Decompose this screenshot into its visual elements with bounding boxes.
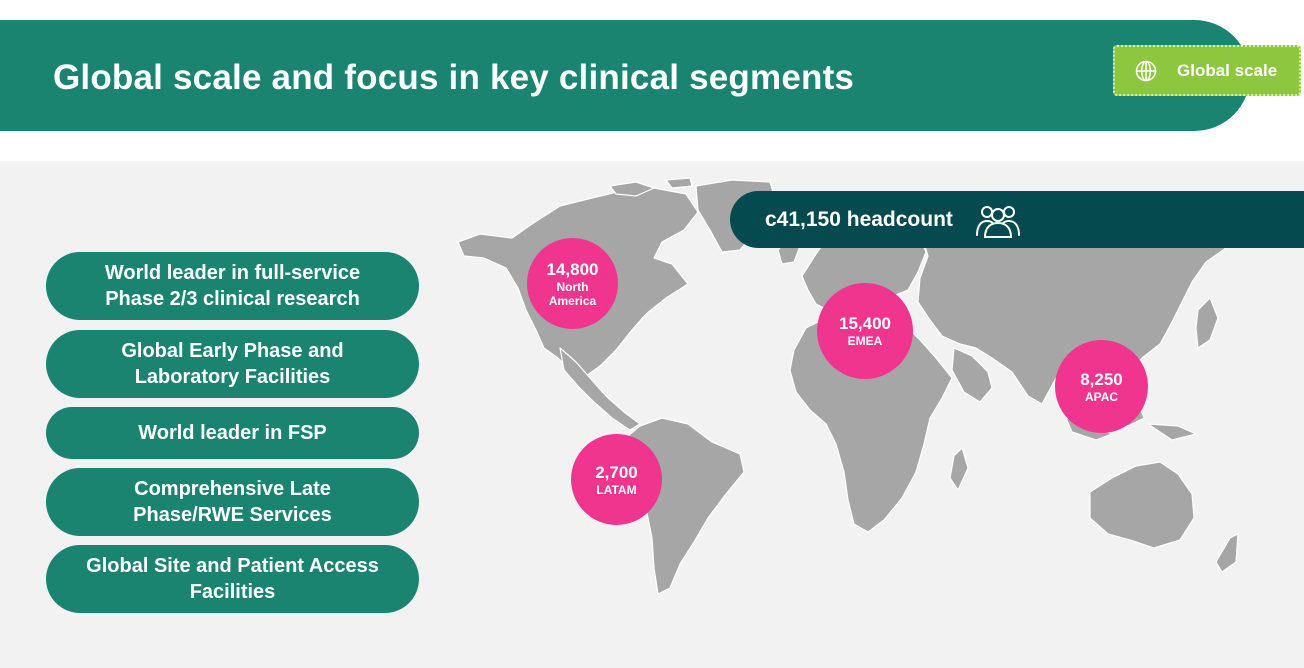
region-bubble-apac: 8,250 APAC — [1055, 340, 1148, 433]
segment-line: Phase/RWE Services — [133, 504, 332, 526]
segment-pill-fsp: World leader in FSP — [46, 407, 419, 459]
segment-line: Phase 2/3 clinical research — [105, 288, 360, 310]
region-bubble-emea: 15,400 EMEA — [817, 283, 913, 379]
region-value: 2,700 — [595, 462, 638, 482]
globe-icon — [1135, 60, 1157, 81]
region-bubble-latam: 2,700 LATAM — [571, 434, 662, 525]
headcount-banner: c41,150 headcount — [730, 191, 1304, 248]
region-label: LATAM — [596, 482, 637, 497]
segment-line: World leader in full-service — [104, 262, 361, 284]
region-value: 8,250 — [1080, 369, 1123, 389]
region-bubble-north-america: 14,800 North America — [527, 238, 618, 329]
region-label: EMEA — [847, 334, 883, 348]
region-label: North America — [548, 279, 597, 308]
region-value: 15,400 — [839, 314, 891, 333]
segment-line: World leader in FSP — [138, 422, 327, 444]
region-value: 14,800 — [546, 259, 599, 279]
headcount-label: c41,150 headcount — [765, 207, 953, 231]
people-group-icon — [975, 205, 1020, 238]
segment-line: Laboratory Facilities — [134, 366, 331, 388]
segment-line: Facilities — [189, 581, 276, 603]
segment-pill-late-phase: Comprehensive Late Phase/RWE Services — [46, 468, 419, 536]
segment-pill-full-service: World leader in full-service Phase 2/3 c… — [46, 252, 419, 320]
segment-line: Global Site and Patient Access — [86, 555, 379, 577]
global-scale-badge: Global scale — [1113, 45, 1301, 96]
segment-pill-early-phase: Global Early Phase and Laboratory Facili… — [46, 330, 419, 398]
segment-line: Comprehensive Late — [134, 478, 331, 500]
segment-pill-site-access: Global Site and Patient Access Facilitie… — [46, 545, 419, 613]
segment-line: Global Early Phase and — [121, 340, 344, 362]
global-scale-label: Global scale — [1177, 60, 1278, 80]
page-title: Global scale and focus in key clinical s… — [53, 58, 855, 97]
region-label: APAC — [1084, 389, 1119, 404]
